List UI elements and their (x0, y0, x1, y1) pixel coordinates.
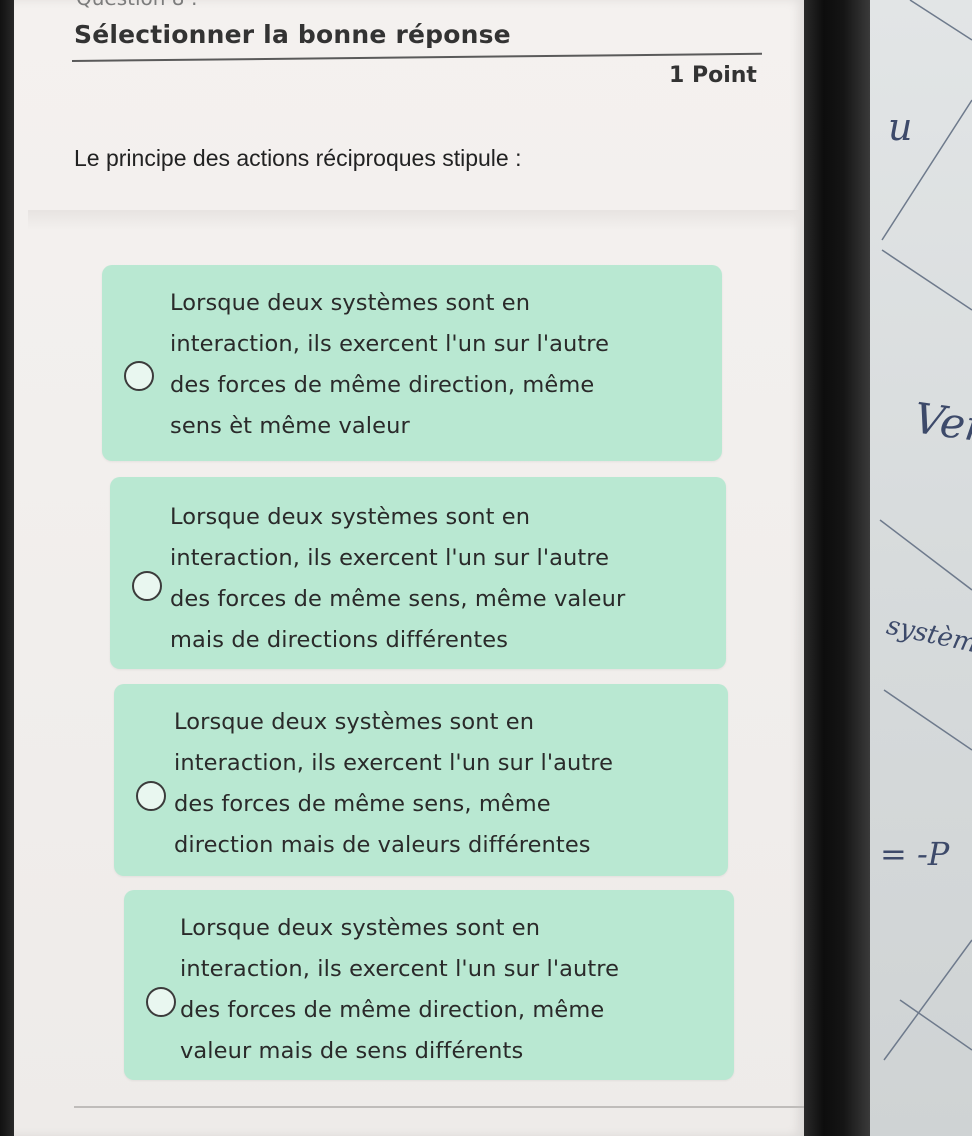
answer-option-4-line: des forces de même direction, même (180, 997, 605, 1023)
question-number: Question 8 : (76, 0, 198, 10)
question-instruction: Sélectionner la bonne réponse (74, 20, 511, 49)
paper-drawing-lines (879, 0, 972, 1061)
answer-option-1-line: sens èt même valeur (170, 413, 410, 439)
answer-option-1-line: interaction, ils exercent l'un sur l'aut… (170, 331, 610, 357)
answer-option-2-line: interaction, ils exercent l'un sur l'aut… (170, 545, 610, 571)
background-paper: u Ver systèm = -P (870, 0, 972, 1136)
phone-screen: Question 8 : Sélectionner la bonne répon… (14, 0, 818, 1136)
answer-option-3-line: interaction, ils exercent l'un sur l'aut… (174, 750, 614, 776)
answer-option-3-line: direction mais de valeurs différentes (174, 832, 591, 858)
radio-button-2[interactable] (132, 571, 162, 601)
paper-text-1: u (888, 105, 913, 149)
answer-option-4[interactable]: Lorsque deux systèmes sont en interactio… (124, 890, 734, 1080)
photo: Question 8 : Sélectionner la bonne répon… (0, 0, 972, 1136)
answer-option-4-line: interaction, ils exercent l'un sur l'aut… (180, 956, 620, 982)
instruction-divider (71, 52, 762, 62)
answer-option-2-line: mais de directions différentes (170, 627, 509, 653)
answer-option-2-text: Lorsque deux systèmes sont en interactio… (170, 497, 625, 661)
answer-option-4-line: valeur mais de sens différents (180, 1038, 524, 1064)
paper-text-2: Ver (910, 393, 972, 452)
answer-option-2-line: des forces de même sens, même valeur (170, 586, 626, 612)
question-prompt: Le principe des actions réciproques stip… (74, 145, 522, 171)
answer-option-3[interactable]: Lorsque deux systèmes sont en interactio… (114, 684, 728, 876)
phone-bezel-right (804, 0, 870, 1136)
radio-button-3[interactable] (136, 781, 166, 811)
answer-option-1-text: Lorsque deux systèmes sont en interactio… (170, 283, 609, 447)
radio-button-1[interactable] (124, 361, 154, 391)
radio-button-4[interactable] (146, 987, 176, 1017)
answer-option-2[interactable]: Lorsque deux systèmes sont en interactio… (110, 477, 726, 669)
paper-text-4: = -P (880, 835, 950, 873)
section-divider (28, 210, 818, 230)
answer-option-1-line: des forces de même direction, même (170, 372, 595, 398)
answer-option-4-line: Lorsque deux systèmes sont en (180, 915, 541, 941)
answer-option-1[interactable]: Lorsque deux systèmes sont en interactio… (102, 265, 722, 461)
question-points: 1 Point (669, 63, 757, 88)
answer-option-3-text: Lorsque deux systèmes sont en interactio… (174, 702, 613, 866)
answer-option-1-line: Lorsque deux systèmes sont en (170, 290, 531, 316)
answer-option-3-line: Lorsque deux systèmes sont en (174, 709, 535, 735)
answer-option-3-line: des forces de même sens, même (174, 791, 551, 817)
answer-option-2-line: Lorsque deux systèmes sont en (170, 504, 531, 530)
bottom-divider (74, 1106, 814, 1108)
answer-option-4-text: Lorsque deux systèmes sont en interactio… (180, 908, 619, 1072)
